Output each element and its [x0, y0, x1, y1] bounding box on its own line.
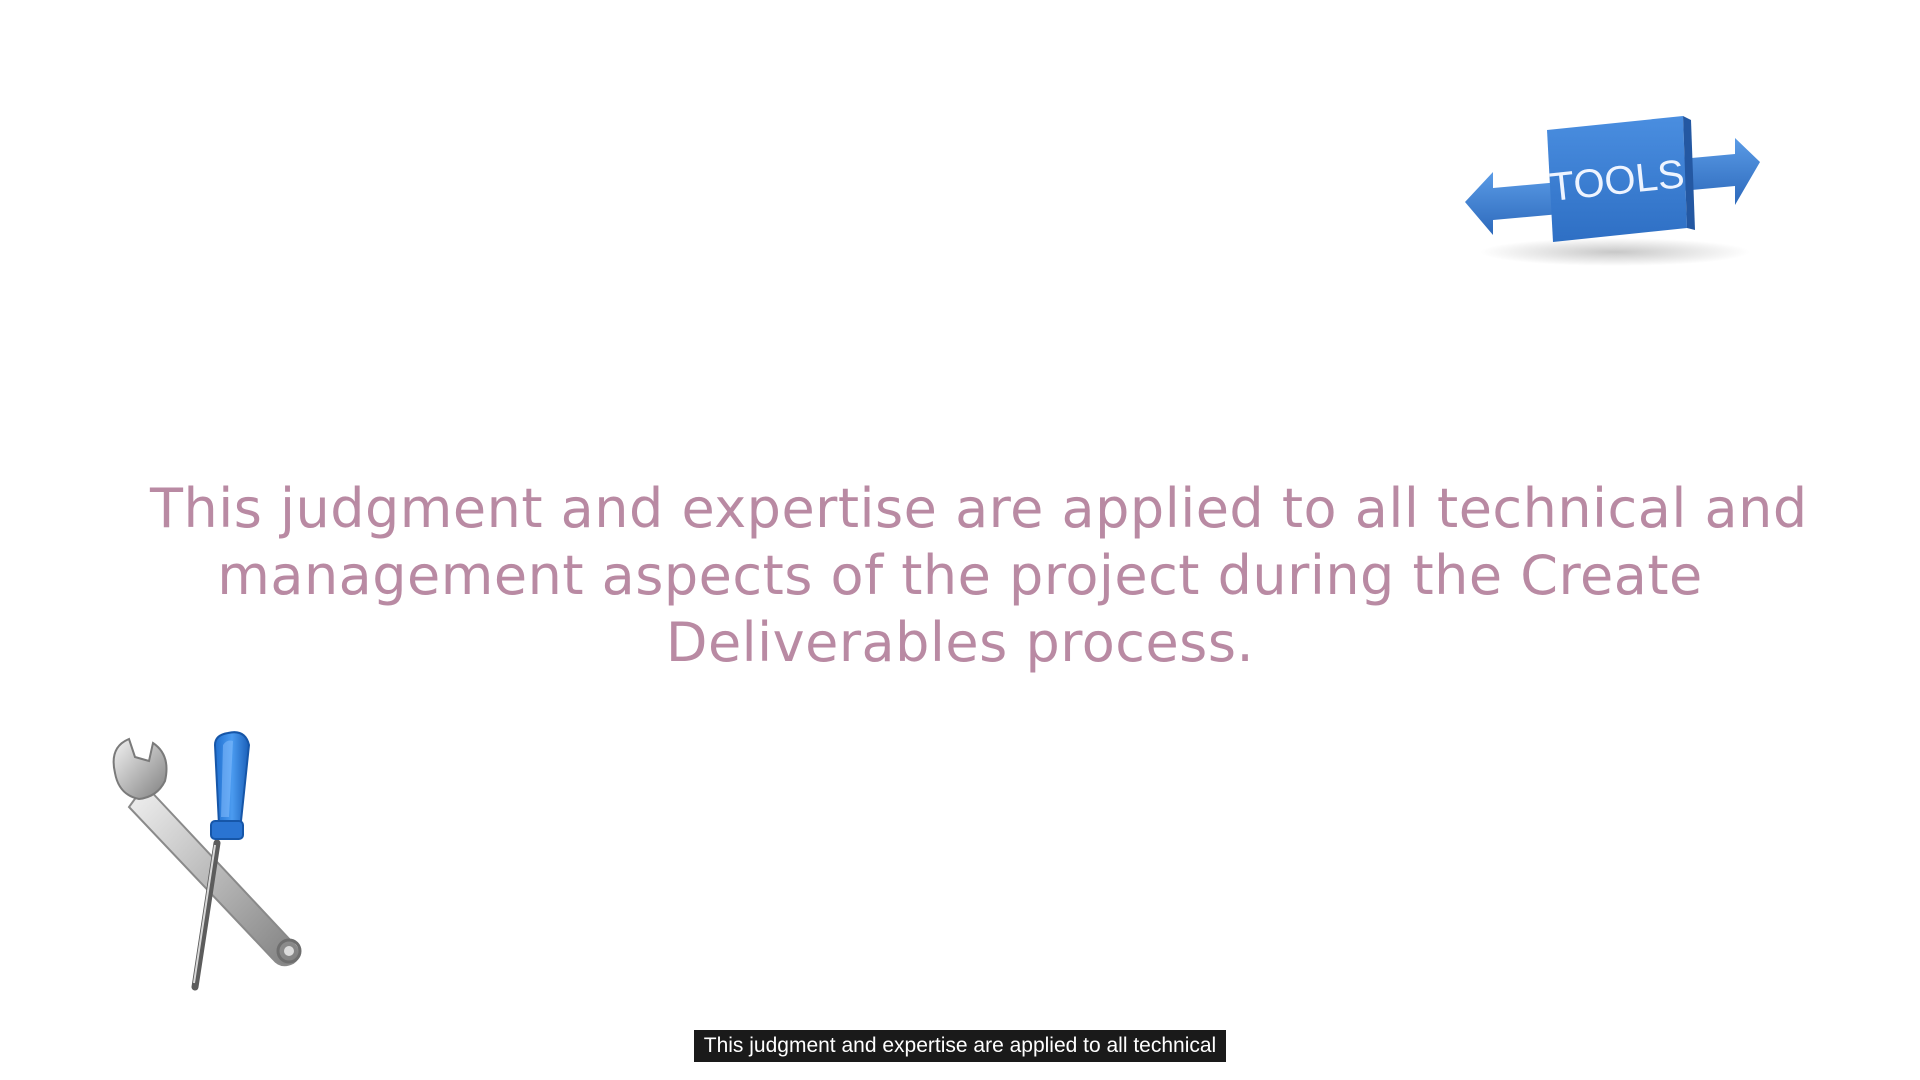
slide: TOOLS This judgment and expertise are ap…	[0, 0, 1920, 1080]
body-line-2: management aspects of the project during…	[217, 544, 1703, 607]
body-line-3: Deliverables process.	[665, 611, 1255, 674]
video-caption: This judgment and expertise are applied …	[0, 1030, 1920, 1062]
body-line-1: This judgment and expertise are applied …	[150, 477, 1808, 540]
wrench-and-screwdriver-graphic	[105, 725, 345, 995]
tools-arrow-sign-icon: TOOLS	[1465, 110, 1765, 280]
body-text: This judgment and expertise are applied …	[150, 475, 1808, 676]
caption-text: This judgment and expertise are applied …	[693, 1030, 1227, 1062]
